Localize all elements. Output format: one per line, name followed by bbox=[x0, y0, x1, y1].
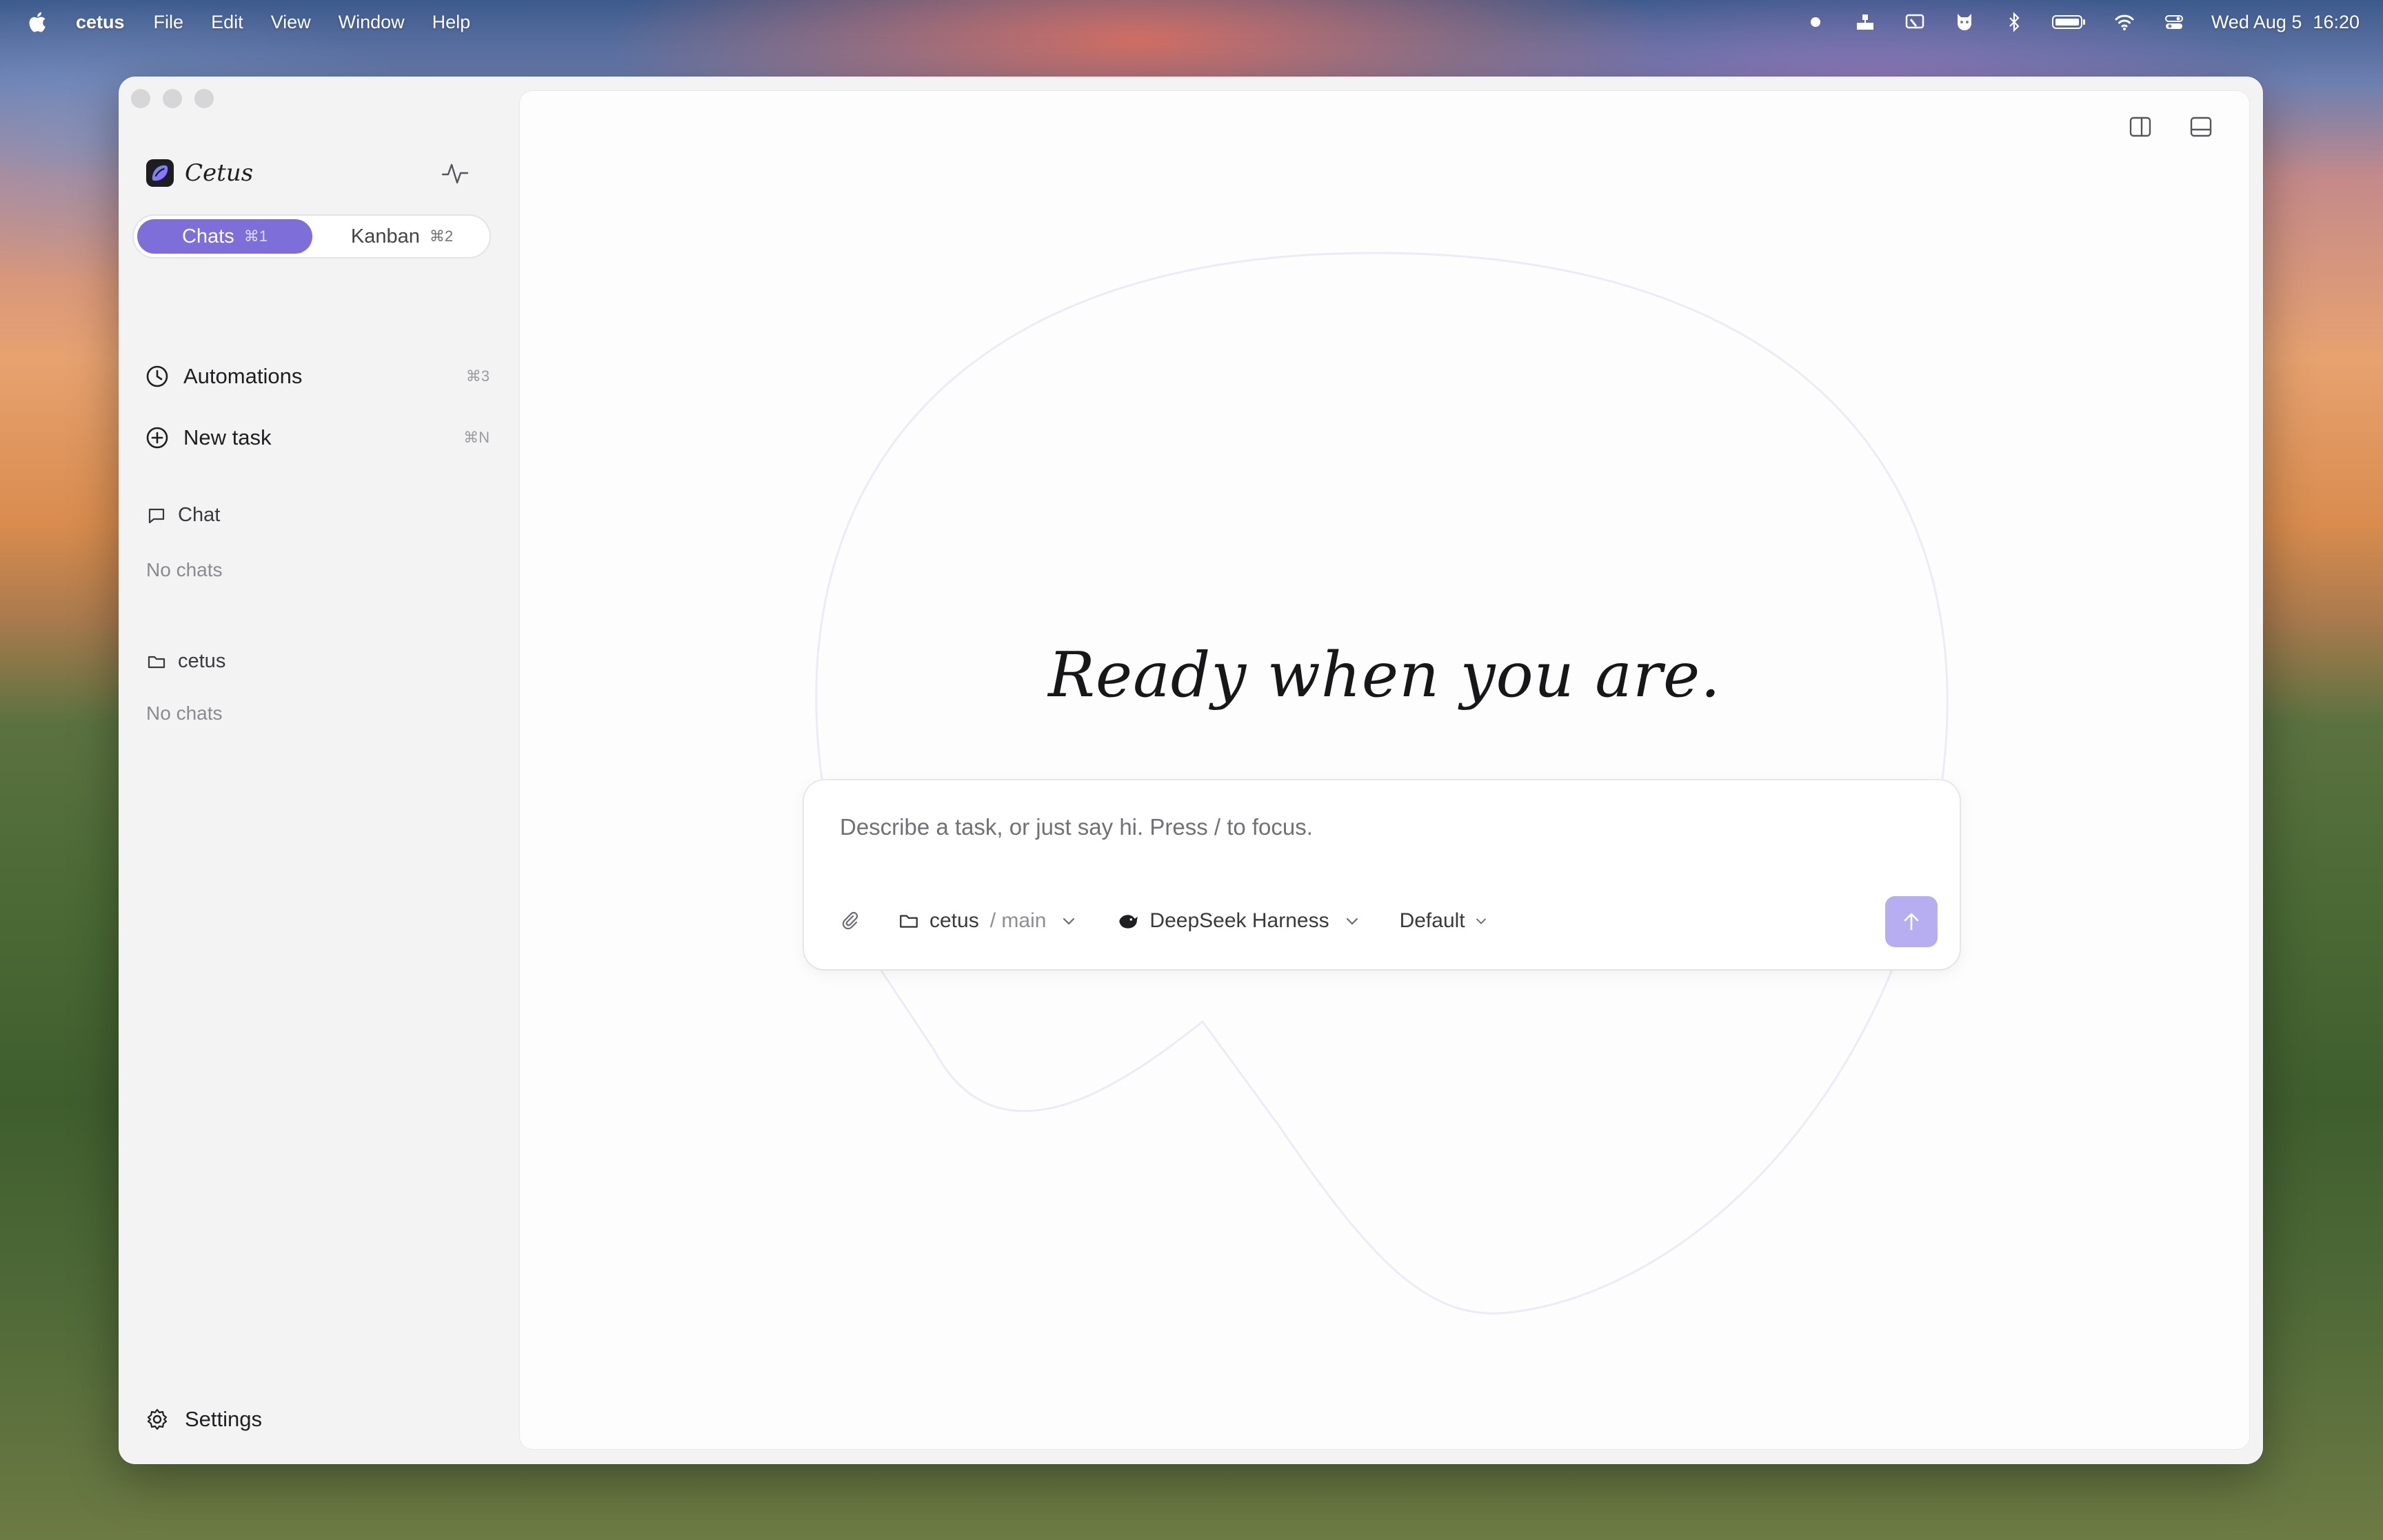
mode-selector[interactable]: Default bbox=[1400, 909, 1489, 933]
cetus-logo-icon bbox=[146, 159, 174, 187]
menu-file[interactable]: File bbox=[154, 12, 184, 33]
project-branch-selector[interactable]: cetus / main bbox=[898, 909, 1078, 933]
brand: Cetus bbox=[146, 159, 253, 187]
chat-bubble-icon bbox=[148, 508, 165, 523]
plus-circle-icon bbox=[146, 427, 168, 449]
chevron-down-icon bbox=[1476, 918, 1486, 924]
sidebar-item-label: New task bbox=[183, 425, 272, 449]
chat-empty-note: No chats bbox=[146, 559, 223, 580]
menu-bar: cetus File Edit View Window Help Wed Aug… bbox=[0, 0, 2383, 44]
view-switcher: Chats ⌘1 Kanban ⌘2 bbox=[134, 216, 490, 257]
mode-name: Default bbox=[1399, 909, 1465, 932]
project-name: cetus bbox=[929, 909, 979, 932]
folder-icon bbox=[900, 915, 918, 928]
composer-toolbar: cetus / main DeepSeek Harness Default bbox=[837, 902, 1489, 940]
sidebar: Cetus Chats ⌘1 Kanban ⌘2 Automations ⌘3 … bbox=[119, 77, 513, 1464]
automations-shortcut: ⌘3 bbox=[465, 367, 490, 385]
new-task-shortcut: ⌘N bbox=[463, 429, 490, 446]
menu-view[interactable]: View bbox=[271, 12, 311, 33]
network-tray-icon[interactable] bbox=[1853, 10, 1878, 34]
menu-help[interactable]: Help bbox=[432, 12, 471, 33]
menubar-date: Wed Aug 5 bbox=[2211, 11, 2302, 32]
activity-icon[interactable] bbox=[440, 158, 470, 188]
clock-icon bbox=[146, 365, 168, 387]
sidebar-toggle-icon[interactable] bbox=[2126, 113, 2154, 141]
background-drop-shape bbox=[815, 252, 1949, 1315]
chevron-down-icon bbox=[1063, 918, 1075, 925]
wifi-icon[interactable] bbox=[2112, 10, 2137, 34]
cast-icon[interactable] bbox=[1902, 10, 1927, 34]
hero-heading: Ready when you are. bbox=[1048, 639, 1721, 711]
branch-name: / main bbox=[989, 909, 1047, 932]
harness-selector[interactable]: DeepSeek Harness bbox=[1116, 909, 1360, 933]
composer: cetus / main DeepSeek Harness Default bbox=[804, 780, 1960, 969]
menu-window[interactable]: Window bbox=[339, 12, 405, 33]
cetus-empty-note: No chats bbox=[146, 702, 223, 724]
panel-toolbar bbox=[2126, 113, 2215, 141]
tab-chats-label: Chats bbox=[181, 225, 234, 247]
control-center-icon[interactable] bbox=[2162, 10, 2186, 34]
record-dot-icon[interactable] bbox=[1803, 10, 1828, 34]
settings-label: Settings bbox=[185, 1407, 263, 1431]
arrow-up-icon bbox=[1904, 913, 1919, 931]
tab-kanban-shortcut: ⌘2 bbox=[429, 227, 454, 245]
section-cetus[interactable]: cetus bbox=[146, 650, 225, 673]
section-chat[interactable]: Chat bbox=[146, 504, 220, 527]
bluetooth-icon[interactable] bbox=[2002, 10, 2027, 34]
deepseek-whale-icon bbox=[1119, 915, 1138, 929]
battery-icon[interactable] bbox=[2051, 10, 2087, 34]
tab-chats[interactable]: Chats ⌘1 bbox=[137, 219, 312, 254]
bottom-panel-toggle-icon[interactable] bbox=[2187, 113, 2215, 141]
section-chat-title: Chat bbox=[178, 504, 221, 526]
apple-menu-icon[interactable] bbox=[26, 10, 48, 34]
folder-icon bbox=[148, 656, 165, 668]
cat-shield-icon[interactable] bbox=[1952, 10, 1977, 34]
harness-name: DeepSeek Harness bbox=[1149, 909, 1329, 932]
tab-chats-shortcut: ⌘1 bbox=[243, 227, 268, 245]
chevron-down-icon bbox=[1346, 918, 1358, 925]
app-window: Cetus Chats ⌘1 Kanban ⌘2 Automations ⌘3 … bbox=[119, 77, 2263, 1464]
sidebar-item-new-task[interactable]: New task ⌘N bbox=[145, 418, 490, 457]
attach-icon[interactable] bbox=[837, 909, 862, 933]
tab-kanban-label: Kanban bbox=[350, 225, 420, 247]
menu-app-name[interactable]: cetus bbox=[76, 12, 125, 33]
section-cetus-title: cetus bbox=[178, 650, 226, 672]
menu-edit[interactable]: Edit bbox=[211, 12, 243, 33]
send-button[interactable] bbox=[1885, 896, 1938, 947]
sidebar-item-label: Automations bbox=[183, 364, 303, 388]
brand-name: Cetus bbox=[185, 159, 254, 187]
menubar-clock[interactable]: Wed Aug 5 16:20 bbox=[2211, 12, 2360, 33]
menubar-time: 16:20 bbox=[2313, 11, 2360, 32]
task-input[interactable] bbox=[838, 809, 1917, 845]
main-panel: Ready when you are. cetus / main DeepSee… bbox=[520, 91, 2249, 1449]
settings-button[interactable]: Settings bbox=[145, 1407, 262, 1432]
tab-kanban[interactable]: Kanban ⌘2 bbox=[316, 219, 488, 254]
sidebar-item-automations[interactable]: Automations ⌘3 bbox=[145, 357, 490, 396]
gear-icon bbox=[147, 1408, 168, 1430]
